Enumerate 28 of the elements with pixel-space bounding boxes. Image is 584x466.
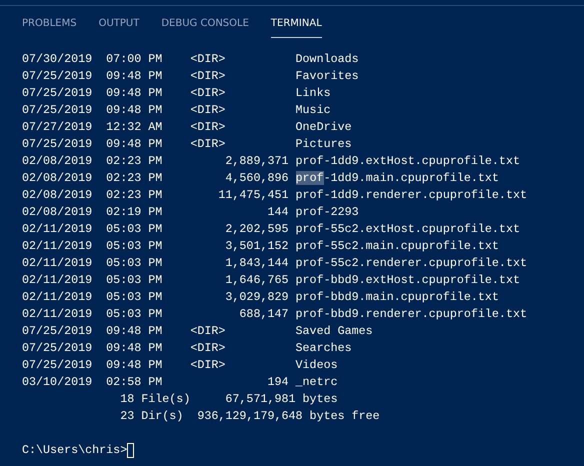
terminal-line: 07/25/2019 09:48 PM <DIR> Searches <box>22 340 352 357</box>
panel-tab[interactable]: PROBLEMS <box>22 16 77 38</box>
terminal-line: 02/11/2019 05:03 PM 688,147 prof-bbd9.renderer.cpuprofile.txt <box>22 306 527 323</box>
terminal-line: 02/11/2019 05:03 PM 2,202,595 prof-55c2.extHost.cpuprofile.txt <box>22 221 520 238</box>
terminal-line: 02/08/2019 02:23 PM 2,889,371 prof-1dd9.extHost.cpuprofile.txt <box>22 153 520 170</box>
terminal-line: 02/08/2019 02:19 PM 144 prof-2293 <box>22 204 359 221</box>
terminal-prompt: C:\Users\chris> <box>22 442 128 459</box>
terminal-line: 23 Dir(s) 936,129,179,648 bytes free <box>119 408 380 425</box>
terminal-line: 07/30/2019 07:00 PM <DIR> Downloads <box>22 51 359 68</box>
terminal-line: 07/25/2019 09:48 PM <DIR> Pictures <box>22 136 352 153</box>
terminal-line: 07/25/2019 09:48 PM <DIR> Videos <box>22 357 338 374</box>
terminal-line: 03/10/2019 02:58 PM 194 _netrc <box>22 374 338 391</box>
terminal-line: 07/25/2019 09:48 PM <DIR> Music <box>22 102 331 119</box>
terminal-line: 02/11/2019 05:03 PM 3,029,829 prof-bbd9.main.cpuprofile.txt <box>22 289 499 306</box>
terminal-line: 07/25/2019 09:48 PM <DIR> Links <box>22 85 331 102</box>
terminal-line: 02/11/2019 05:03 PM 1,646,765 prof-bbd9.extHost.cpuprofile.txt <box>22 272 520 289</box>
terminal-line: 07/27/2019 12:32 AM <DIR> OneDrive <box>22 119 352 136</box>
terminal-line: 18 File(s) 67,571,981 bytes <box>119 391 338 408</box>
panel-tab[interactable]: OUTPUT <box>98 16 140 38</box>
panel-tab[interactable]: TERMINAL <box>270 16 322 38</box>
terminal-line: 02/08/2019 02:23 PM 4,560,896 prof-1dd9.main.cpuprofile.txt <box>22 170 499 187</box>
text-cursor <box>127 443 134 458</box>
terminal-line: 02/08/2019 02:23 PM 11,475,451 prof-1dd9.renderer.cpuprofile.txt <box>22 187 527 204</box>
terminal-line: 07/25/2019 09:48 PM <DIR> Favorites <box>22 68 359 85</box>
terminal-line: 02/11/2019 05:03 PM 3,501,152 prof-55c2.main.cpuprofile.txt <box>22 238 499 255</box>
terminal-line: 07/25/2019 09:48 PM <DIR> Saved Games <box>22 323 373 340</box>
terminal-line: 02/11/2019 05:03 PM 1,843,144 prof-55c2.renderer.cpuprofile.txt <box>22 255 527 272</box>
panel-tab[interactable]: DEBUG CONSOLE <box>161 16 249 38</box>
